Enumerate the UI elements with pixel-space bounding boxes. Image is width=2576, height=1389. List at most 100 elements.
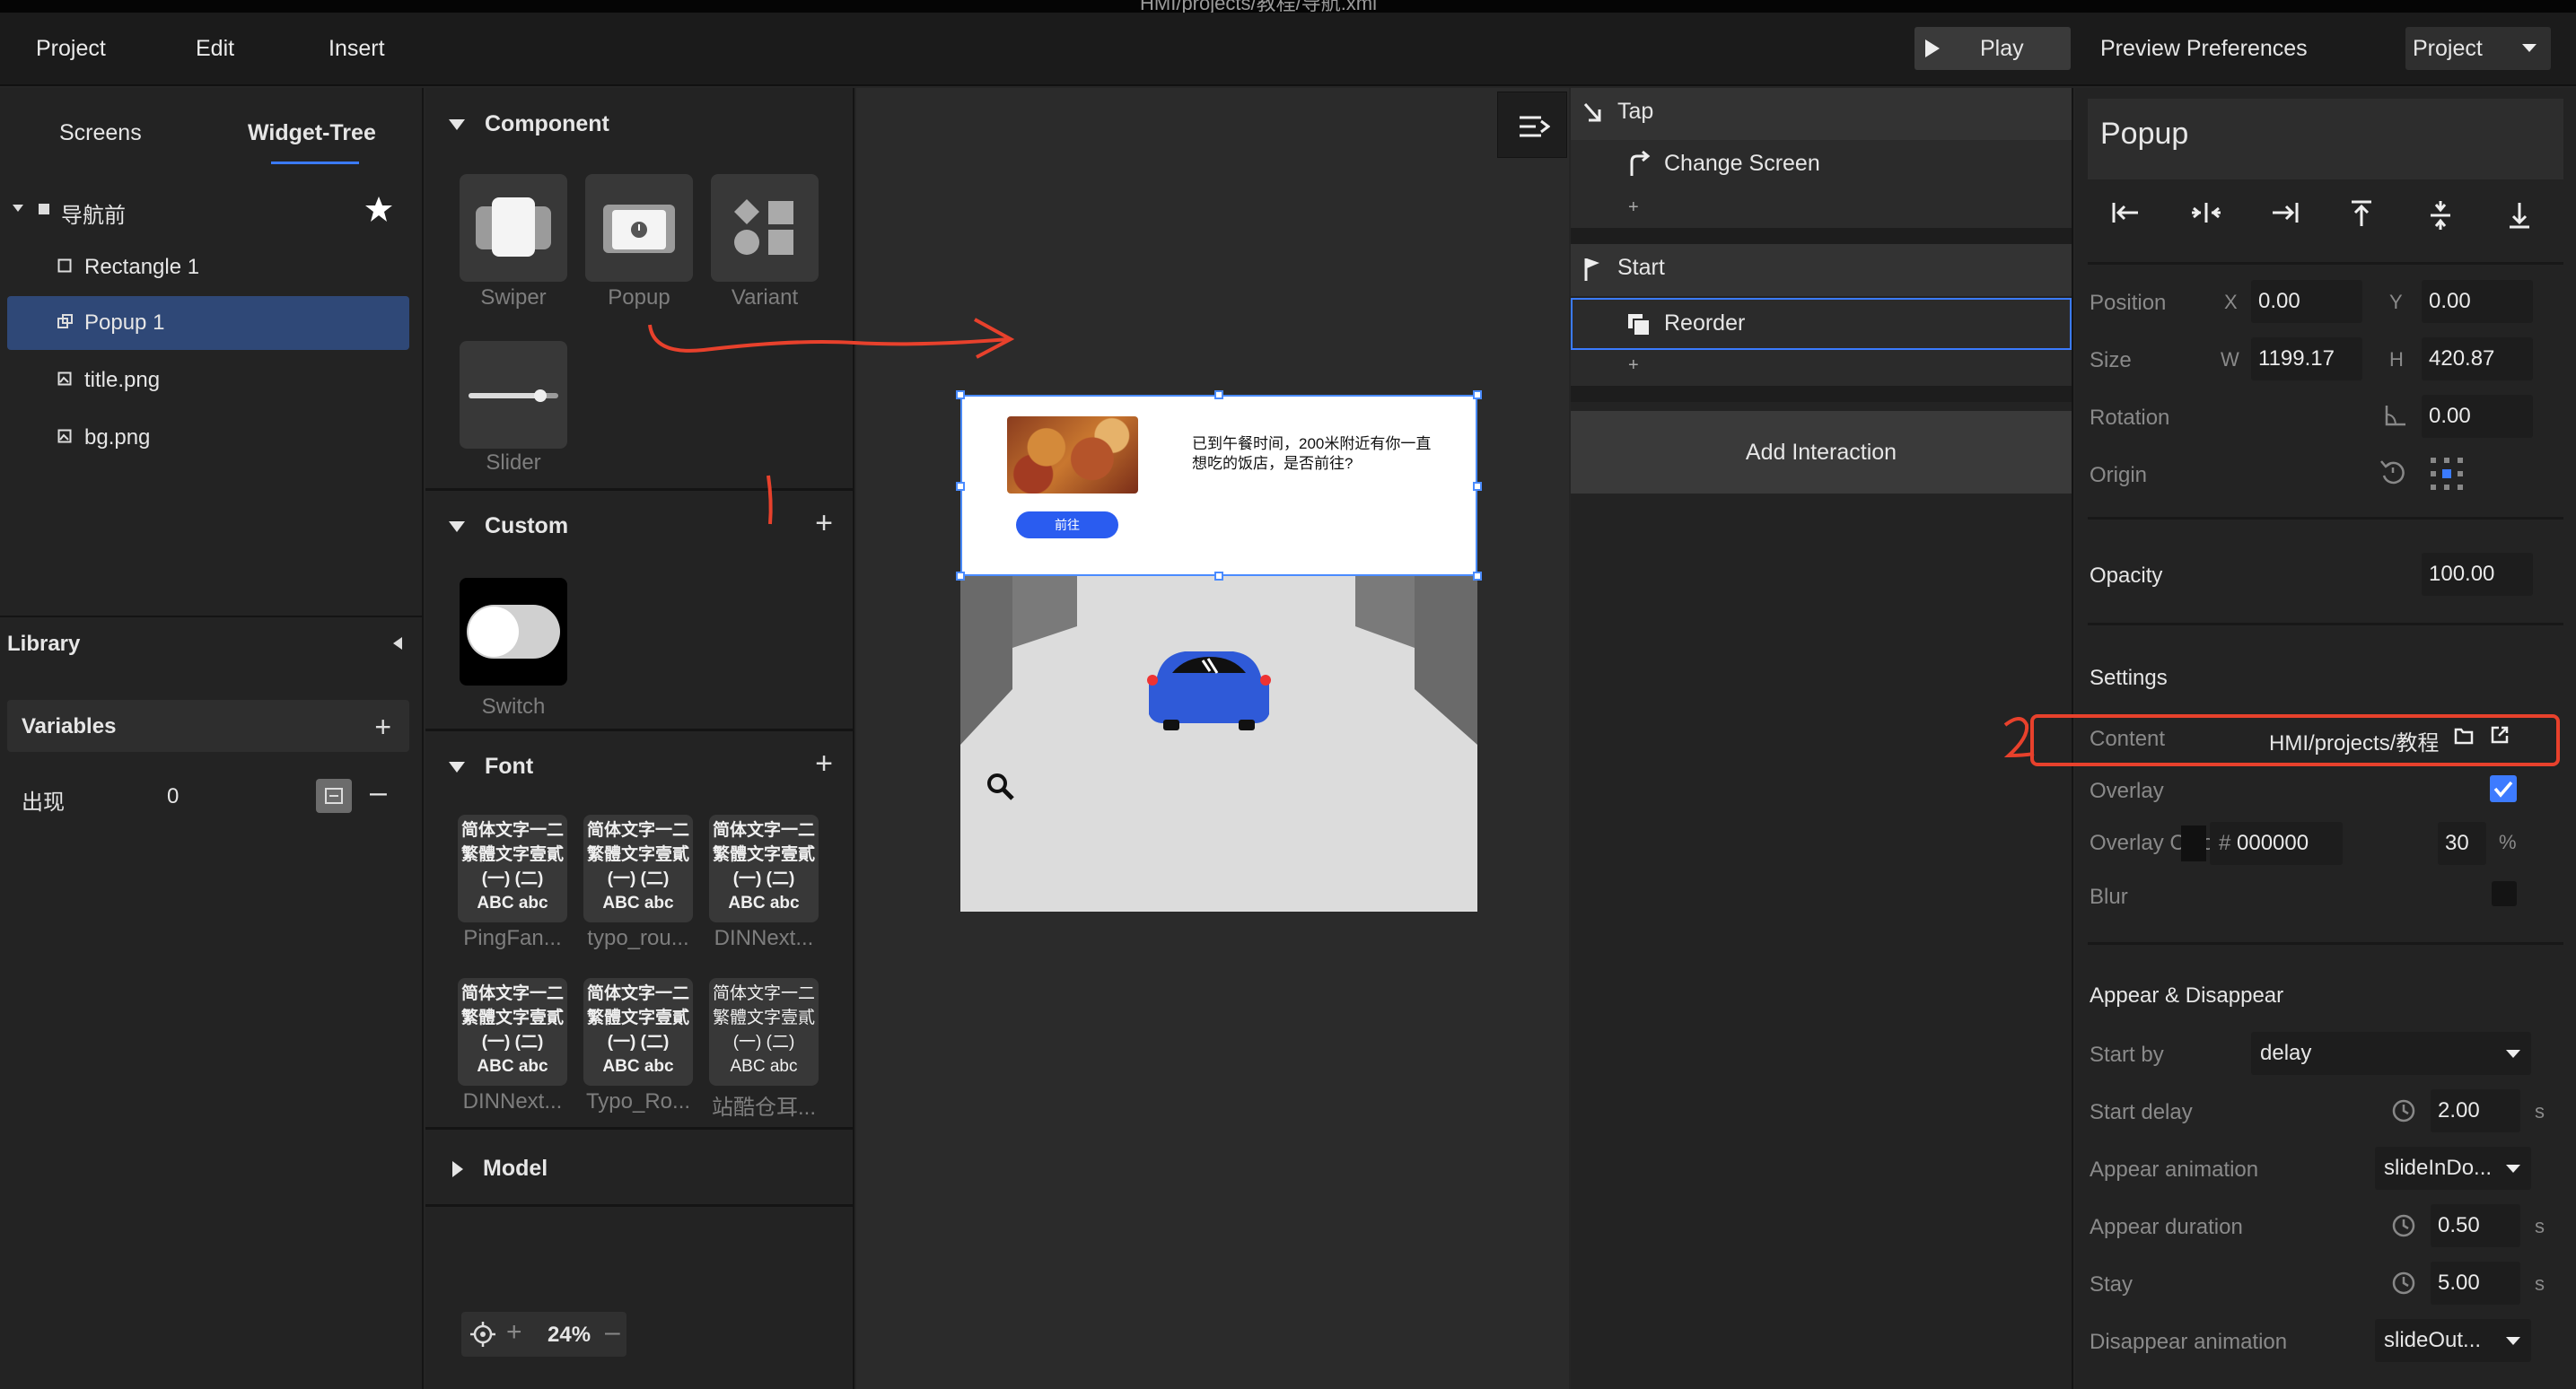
variable-value[interactable]: 0 [167,784,179,809]
menu-project[interactable]: Project [36,36,106,62]
reset-icon[interactable] [2379,458,2407,486]
tree-item-rectangle[interactable]: Rectangle 1 [7,240,409,294]
menu-edit[interactable]: Edit [196,36,234,62]
divider [425,1204,853,1207]
preview-preferences-button[interactable]: Preview Preferences [2100,36,2308,62]
position-y-input[interactable]: 0.00 [2422,280,2533,323]
remove-variable-button[interactable]: – [370,775,387,810]
zoom-in-button[interactable]: + [506,1317,522,1348]
start-by-select[interactable]: delay [2251,1032,2531,1075]
tab-screens[interactable]: Screens [59,120,142,146]
variable-edit-button[interactable] [316,779,352,813]
popup-widget[interactable]: 已到午餐时间，200米附近有你一直想吃的饭店，是否前往? 前往 [960,395,1477,576]
add-interaction-button[interactable]: Add Interaction [1571,411,2072,494]
component-slider[interactable] [460,341,567,449]
font-tile[interactable]: 简体文字一二 繁體文字壹貳 (一) (二) ABC abc [458,815,567,922]
add-action-button[interactable]: + [1628,355,1639,376]
appear-animation-select[interactable]: slideInDo... [2375,1147,2531,1190]
collapse-triangle-icon [449,119,465,131]
zoom-level: 24% [548,1323,591,1347]
font-sample-line: ABC abc [728,894,800,913]
clock-icon [2392,1271,2415,1295]
divider [0,616,424,617]
align-vertical-center-icon[interactable] [2427,199,2454,232]
resize-handle[interactable] [1214,572,1223,581]
stay-input[interactable]: 5.00 [2431,1262,2520,1305]
align-top-icon[interactable] [2348,199,2375,230]
project-dropdown[interactable]: Project [2405,27,2551,70]
action-change-screen[interactable]: Change Screen [1571,140,2072,192]
font-tile[interactable]: 简体文字一二 繁體文字壹貳 (一) (二) ABC abc [583,815,693,922]
origin-grid-icon[interactable] [2429,456,2465,492]
library-header[interactable]: Library [7,632,80,657]
tree-item-popup[interactable]: Popup 1 [7,296,409,350]
align-bottom-icon[interactable] [2506,199,2533,230]
resize-handle[interactable] [1473,390,1482,399]
overlay-opacity-input[interactable]: 30 [2438,822,2486,865]
start-delay-input[interactable]: 2.00 [2431,1089,2520,1132]
custom-switch[interactable] [460,578,567,686]
component-variant[interactable] [711,174,819,282]
font-sample-line: 简体文字一二 [460,984,564,1003]
menu-insert[interactable]: Insert [329,36,385,62]
align-left-icon[interactable] [2111,199,2142,226]
align-right-icon[interactable] [2269,199,2300,226]
add-action-row[interactable]: + [1571,192,2072,228]
size-w-input[interactable]: 1199.17 [2251,337,2362,380]
clock-icon [2392,1099,2415,1123]
overlay-checkbox[interactable] [2490,775,2517,802]
tree-item-bg-png[interactable]: bg.png [7,411,409,465]
image-icon [57,429,72,443]
resize-handle[interactable] [1473,482,1482,491]
add-action-row[interactable]: + [1571,350,2072,386]
star-icon[interactable] [364,196,393,223]
action-reorder[interactable]: Reorder [1571,298,2072,350]
section-model[interactable]: Model [449,1156,548,1182]
font-tile[interactable]: 简体文字一二 繁體文字壹貳 (一) (二) ABC abc [709,978,819,1086]
tab-widget-tree[interactable]: Widget-Tree [248,120,376,146]
resize-handle[interactable] [956,390,965,399]
add-variable-button[interactable]: + [374,711,391,744]
rotation-input[interactable]: 0.00 [2422,395,2533,438]
align-horizontal-center-icon[interactable] [2190,199,2222,226]
font-tile[interactable]: 简体文字一二 繁體文字壹貳 (一) (二) ABC abc [583,978,693,1086]
blur-checkbox[interactable] [2492,881,2517,906]
tree-item-title-png[interactable]: title.png [7,354,409,407]
size-h-input[interactable]: 420.87 [2422,337,2533,380]
active-tab-indicator [271,162,359,164]
zoom-out-button[interactable]: – [605,1317,620,1348]
section-custom[interactable]: Custom [449,513,568,539]
overlay-label: Overlay [2090,779,2164,803]
font-label: 站酷仓耳... [711,1096,816,1120]
font-tile[interactable]: 简体文字一二 繁體文字壹貳 (一) (二) ABC abc [709,815,819,922]
play-button[interactable]: Play [1914,27,2071,70]
opacity-input[interactable]: 100.00 [2422,553,2533,596]
trigger-tap[interactable]: Tap [1571,88,2072,140]
component-swiper[interactable] [460,174,567,282]
start-by-value: delay [2260,1041,2312,1065]
resize-handle[interactable] [956,572,965,581]
title-strip: HMI/projects/教程/导航.xml [0,0,2576,14]
canvas-area[interactable]: 1 已到午餐时间，200米附近有你一直想吃的饭店，是否前往? 前往 [648,88,1569,1389]
resize-handle[interactable] [1473,572,1482,581]
popup-go-button[interactable]: 前往 [1016,511,1118,538]
trigger-start[interactable]: Start [1571,244,2072,296]
font-tile[interactable]: 简体文字一二 繁體文字壹貳 (一) (二) ABC abc [458,978,567,1086]
component-popup[interactable] [585,174,693,282]
crosshair-icon[interactable] [470,1322,495,1347]
origin-label: Origin [2090,463,2148,487]
collapse-left-icon[interactable] [393,637,402,650]
disappear-animation-select[interactable]: slideOut... [2375,1319,2531,1362]
section-font[interactable]: Font [449,754,533,780]
tree-item-screen[interactable]: 导航前 [7,183,409,237]
resize-handle[interactable] [956,482,965,491]
toggle-panel-button[interactable] [1497,92,1567,158]
colour-swatch[interactable] [2181,826,2206,861]
overlay-colour-hex[interactable]: # 000000 [2210,822,2343,865]
add-font-button[interactable]: + [815,747,833,782]
appear-duration-input[interactable]: 0.50 [2431,1204,2520,1247]
resize-handle[interactable] [1214,390,1223,399]
add-action-button[interactable]: + [1628,197,1639,218]
position-x-input[interactable]: 0.00 [2251,280,2362,323]
section-component[interactable]: Component [449,111,609,137]
